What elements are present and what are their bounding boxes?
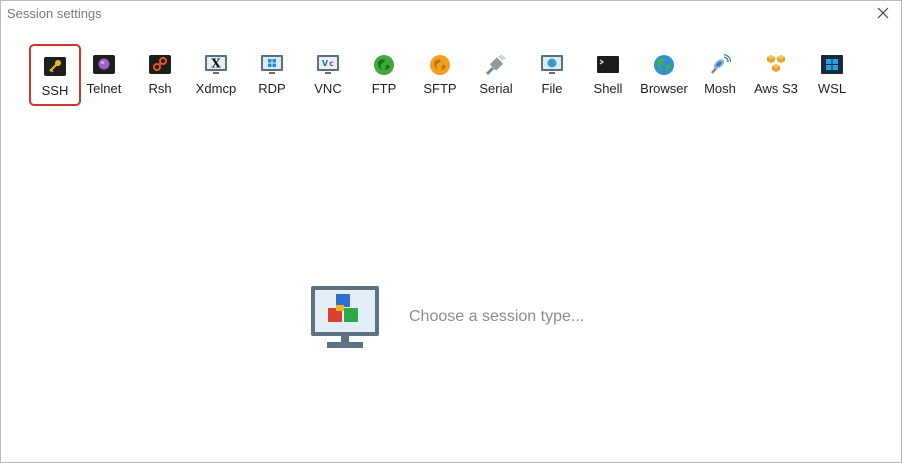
close-icon xyxy=(877,7,889,19)
session-type-aws-s3[interactable]: Aws S3 xyxy=(750,44,802,106)
session-type-serial[interactable]: Serial xyxy=(470,44,522,106)
telnet-icon xyxy=(93,55,115,74)
session-type-wsl[interactable]: WSL xyxy=(806,44,858,106)
title-bar: Session settings xyxy=(1,1,901,27)
session-type-rdp[interactable]: RDP xyxy=(246,44,298,106)
ssh-key-icon xyxy=(44,57,66,76)
session-type-mosh[interactable]: Mosh xyxy=(694,44,746,106)
session-type-telnet[interactable]: Telnet xyxy=(78,44,130,106)
sftp-icon xyxy=(430,55,450,75)
session-type-file[interactable]: File xyxy=(526,44,578,106)
wsl-icon xyxy=(821,55,843,74)
close-button[interactable] xyxy=(875,5,891,21)
session-type-label: Shell xyxy=(593,81,623,96)
session-type-label: Serial xyxy=(479,81,513,96)
xdmcp-icon: X xyxy=(205,55,227,74)
svg-text:X: X xyxy=(211,57,221,71)
session-type-label: SSH xyxy=(41,83,69,98)
svg-text:V: V xyxy=(322,59,329,68)
session-type-vnc[interactable]: V c VNC xyxy=(302,44,354,106)
session-type-label: WSL xyxy=(817,81,847,96)
ftp-icon xyxy=(374,55,394,75)
session-cubes-monitor-icon xyxy=(311,286,379,348)
rdp-icon xyxy=(261,55,283,74)
aws-s3-icon xyxy=(767,55,785,72)
session-type-shell[interactable]: Shell xyxy=(582,44,634,106)
session-type-label: Xdmcp xyxy=(195,81,237,96)
session-type-label: Browser xyxy=(640,81,688,96)
session-type-rsh[interactable]: Rsh xyxy=(134,44,186,106)
mosh-icon xyxy=(711,53,732,74)
session-type-label: Aws S3 xyxy=(754,81,798,96)
session-type-xdmcp[interactable]: X Xdmcp xyxy=(190,44,242,106)
vnc-icon: V c xyxy=(317,55,339,74)
session-type-label: SFTP xyxy=(423,81,457,96)
choose-session-type-prompt: Choose a session type... xyxy=(409,308,585,325)
svg-text:c: c xyxy=(329,59,334,68)
browser-icon xyxy=(654,55,674,75)
session-type-toolbar: SSH Telnet Rsh X Xdmcp RDP V c VNC FTP S… xyxy=(25,44,865,110)
session-type-ssh[interactable]: SSH xyxy=(29,44,81,106)
session-type-label: Telnet xyxy=(86,81,122,96)
rsh-icon xyxy=(149,55,171,74)
session-type-browser[interactable]: Browser xyxy=(638,44,690,106)
serial-icon xyxy=(485,54,506,76)
session-type-label: FTP xyxy=(371,81,397,96)
window-title: Session settings xyxy=(7,6,102,21)
session-type-label: File xyxy=(541,81,563,96)
session-type-label: Rsh xyxy=(148,81,172,96)
session-type-ftp[interactable]: FTP xyxy=(358,44,410,106)
session-type-label: RDP xyxy=(258,81,286,96)
session-type-sftp[interactable]: SFTP xyxy=(414,44,466,106)
session-type-label: Mosh xyxy=(704,81,736,96)
file-icon xyxy=(541,55,563,74)
session-type-label: VNC xyxy=(314,81,342,96)
shell-icon xyxy=(597,56,619,73)
session-settings-window: Session settings SSH Telnet Rsh X Xdmcp … xyxy=(0,0,902,463)
